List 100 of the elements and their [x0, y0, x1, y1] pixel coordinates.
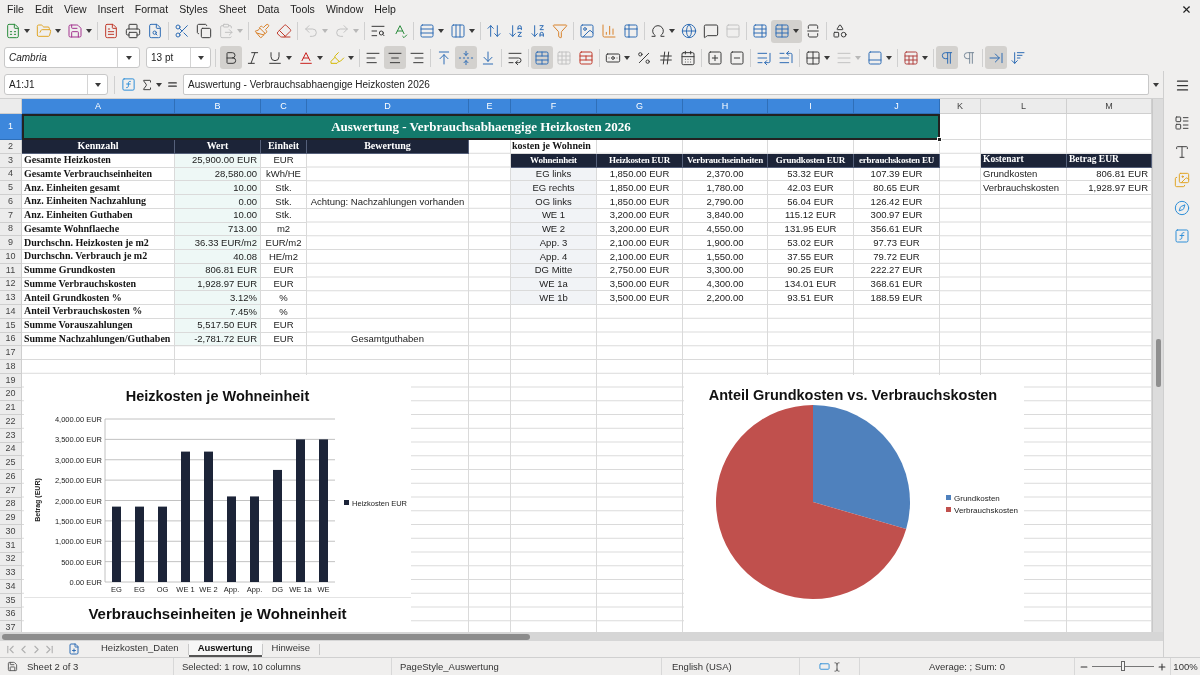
- menu-item[interactable]: Data: [252, 3, 285, 15]
- column-header[interactable]: E: [469, 99, 511, 114]
- column-header[interactable]: G: [597, 99, 683, 114]
- font-name-field[interactable]: Cambria: [4, 47, 140, 68]
- align-top-icon: [436, 49, 452, 66]
- row-header[interactable]: 26: [0, 470, 22, 484]
- menu-item[interactable]: Edit: [29, 3, 58, 15]
- selection-label: Selected: 1 row, 10 columns: [182, 661, 301, 672]
- folder-icon: [36, 23, 52, 39]
- fill-handle-icon[interactable]: [937, 137, 942, 142]
- column-header[interactable]: A: [22, 99, 175, 114]
- table-cell: OG links: [511, 195, 597, 209]
- add-sheet-icon[interactable]: [68, 643, 80, 655]
- align-middle-button[interactable]: [455, 46, 477, 69]
- slider-thumb[interactable]: [1120, 661, 1125, 671]
- sheet-icon: [903, 49, 919, 66]
- column-header[interactable]: I: [768, 99, 854, 114]
- row-header[interactable]: 1: [0, 114, 22, 140]
- left-to-right-button[interactable]: [936, 46, 958, 69]
- zoom-percent-label: 100%: [1173, 661, 1198, 672]
- menu-item[interactable]: Format: [129, 3, 174, 15]
- horizontal-scrollbar[interactable]: [0, 632, 1163, 641]
- row-header[interactable]: 2: [0, 140, 22, 154]
- square-plus-icon: [707, 49, 723, 66]
- split-cells-icon: [578, 49, 594, 66]
- header-cell: Wert: [175, 140, 261, 154]
- zoom-in-icon[interactable]: [1156, 661, 1167, 672]
- row-header[interactable]: 18: [0, 360, 22, 374]
- row-header[interactable]: 6: [0, 195, 22, 209]
- table-cell: 10.00: [175, 181, 261, 195]
- row-header[interactable]: 13: [0, 291, 22, 305]
- row-header[interactable]: 14: [0, 305, 22, 319]
- row-header[interactable]: 22: [0, 415, 22, 429]
- calendar-icon: [680, 49, 696, 66]
- table-cell: 7.45%: [175, 305, 261, 319]
- row-header[interactable]: 5: [0, 181, 22, 195]
- column-header[interactable]: H: [683, 99, 768, 114]
- menu-item[interactable]: View: [59, 3, 92, 15]
- table-cell: Anteil Verbrauchskosten %: [22, 305, 175, 319]
- function-icon[interactable]: [121, 77, 136, 92]
- text-search-icon: [370, 23, 386, 39]
- formula-input[interactable]: Auswertung - Verbrauchsabhaengige Heizkosten 2026: [183, 74, 1149, 95]
- column-header[interactable]: K: [940, 99, 981, 114]
- table-cell: Gesamtguthaben: [307, 332, 469, 347]
- border-color-icon: [867, 49, 883, 66]
- sort-icon: [486, 23, 502, 39]
- row-header[interactable]: 17: [0, 346, 22, 360]
- images-icon[interactable]: [1174, 172, 1190, 188]
- sheet-tab[interactable]: Auswertung: [188, 641, 262, 657]
- compass-icon[interactable]: [1174, 200, 1190, 216]
- globe-icon: [681, 23, 697, 39]
- menu-icon[interactable]: [1174, 78, 1190, 93]
- column-header[interactable]: M: [1067, 99, 1152, 114]
- row-header[interactable]: 34: [0, 580, 22, 594]
- language-label: English (USA): [672, 661, 732, 672]
- merge-center-button[interactable]: [531, 46, 553, 69]
- column-header[interactable]: J: [854, 99, 940, 114]
- rectangle-icon[interactable]: [817, 661, 831, 672]
- column-header[interactable]: D: [307, 99, 469, 114]
- save-status-icon[interactable]: [6, 661, 18, 672]
- text-cursor-icon[interactable]: [831, 660, 842, 673]
- menu-item[interactable]: Styles: [174, 3, 213, 15]
- split-window-icon: [805, 23, 821, 39]
- sigma-icon[interactable]: [140, 77, 154, 92]
- column-header[interactable]: L: [981, 99, 1067, 114]
- vertical-scrollbar[interactable]: [1152, 99, 1163, 632]
- sheet-tab[interactable]: Hinweise: [262, 641, 320, 657]
- printer-icon: [125, 23, 141, 39]
- caret-icon: [348, 55, 354, 60]
- list-layout-icon[interactable]: [1174, 115, 1190, 131]
- menu-item[interactable]: File: [2, 3, 29, 15]
- menu-item[interactable]: Window: [320, 3, 369, 15]
- bold-button[interactable]: [220, 46, 242, 69]
- freeze-rows-button[interactable]: [771, 19, 802, 43]
- row-header[interactable]: 10: [0, 250, 22, 264]
- name-box[interactable]: A1:J1: [4, 74, 108, 95]
- row-header[interactable]: 25: [0, 456, 22, 470]
- row-header[interactable]: 9: [0, 236, 22, 250]
- menu-item[interactable]: Help: [369, 3, 401, 15]
- row-header[interactable]: 29: [0, 511, 22, 525]
- column-header[interactable]: F: [511, 99, 597, 114]
- text-horizontal-button[interactable]: [985, 46, 1007, 69]
- type-icon[interactable]: [1174, 144, 1190, 160]
- scrollbar-thumb[interactable]: [2, 633, 530, 640]
- close-icon[interactable]: [1181, 3, 1192, 15]
- percent-icon: [636, 49, 652, 66]
- column-header[interactable]: C: [261, 99, 307, 114]
- function-icon[interactable]: [1174, 228, 1190, 244]
- row-header[interactable]: 30: [0, 525, 22, 539]
- sheet-tab[interactable]: Heizkosten_Daten: [92, 641, 188, 657]
- menu-item[interactable]: Tools: [285, 3, 320, 15]
- columns-icon: [450, 23, 466, 39]
- row-header[interactable]: 33: [0, 566, 22, 580]
- row-header[interactable]: 21: [0, 401, 22, 415]
- scrollbar-thumb[interactable]: [1155, 339, 1161, 387]
- menu-item[interactable]: Sheet: [213, 3, 252, 15]
- font-size-field[interactable]: 13 pt: [146, 47, 211, 68]
- align-center-button[interactable]: [384, 46, 406, 69]
- menu-item[interactable]: Insert: [92, 3, 129, 15]
- column-header[interactable]: B: [175, 99, 261, 114]
